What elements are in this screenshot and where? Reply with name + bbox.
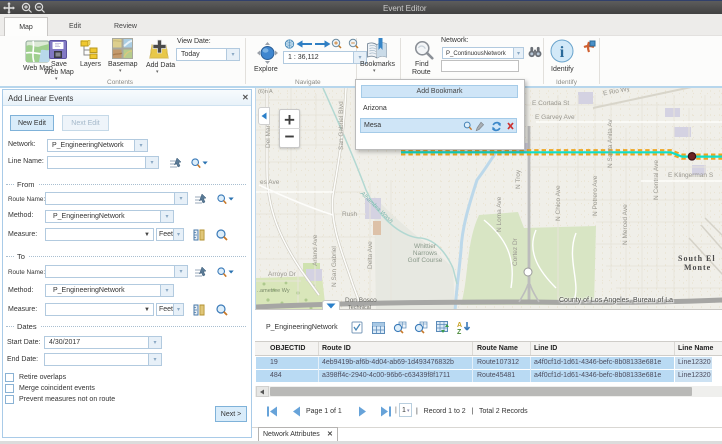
svg-text:i: i xyxy=(560,44,565,61)
svg-text:Z: Z xyxy=(457,329,462,334)
svg-text:A: A xyxy=(457,322,462,329)
